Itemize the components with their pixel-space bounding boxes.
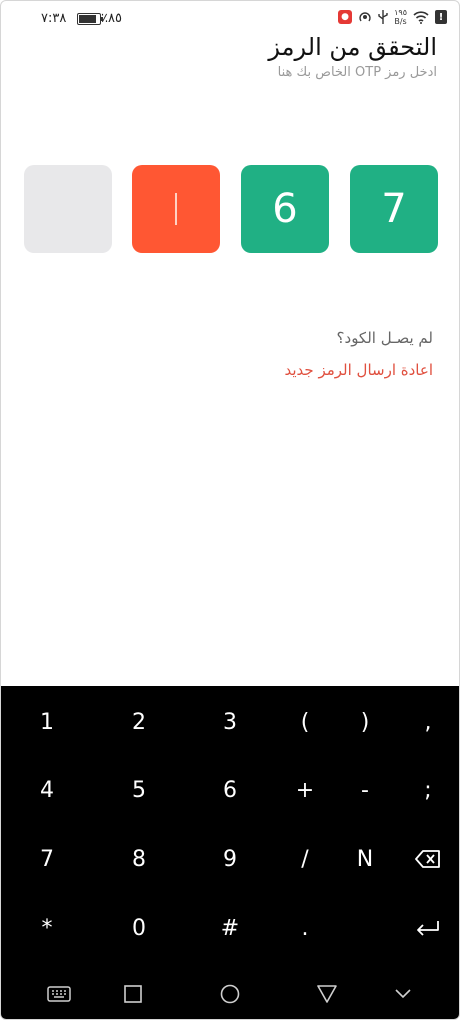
recents-icon[interactable] bbox=[121, 983, 145, 1005]
key-2[interactable]: 2 bbox=[109, 692, 169, 752]
map-icon: ● bbox=[338, 10, 353, 24]
key-asterisk[interactable]: * bbox=[17, 898, 77, 958]
backspace-icon bbox=[415, 850, 440, 868]
hotspot-icon bbox=[358, 10, 372, 24]
otp-digit: 7 bbox=[381, 186, 407, 232]
key-minus[interactable]: - bbox=[335, 760, 395, 820]
home-icon[interactable] bbox=[218, 983, 242, 1005]
key-6[interactable]: 6 bbox=[200, 760, 260, 820]
resend-code-link[interactable]: اعادة ارسال الرمز جديد bbox=[285, 361, 434, 379]
net-speed-unit: B/s bbox=[394, 17, 407, 26]
otp-box-1[interactable]: 7 bbox=[350, 165, 438, 253]
key-comma[interactable]: , bbox=[398, 692, 458, 752]
text-caret bbox=[175, 193, 177, 225]
enter-icon bbox=[417, 921, 439, 936]
key-open-paren[interactable]: ( bbox=[275, 692, 335, 752]
otp-box-4[interactable] bbox=[24, 165, 112, 253]
otp-digit: 6 bbox=[272, 186, 298, 232]
battery-percent: ٪٨٥ bbox=[101, 11, 122, 26]
status-icons: ● ١٩٥ B/s ! bbox=[338, 8, 447, 26]
keyboard-toggle-icon[interactable] bbox=[45, 983, 73, 1005]
back-icon[interactable] bbox=[315, 983, 339, 1005]
key-semicolon[interactable]: ; bbox=[398, 760, 458, 820]
key-8[interactable]: 8 bbox=[109, 829, 169, 889]
key-1[interactable]: 1 bbox=[17, 692, 77, 752]
key-close-paren[interactable]: ) bbox=[335, 692, 395, 752]
key-period[interactable]: . bbox=[275, 898, 335, 958]
net-speed-value: ١٩٥ bbox=[394, 8, 407, 17]
page-subtitle: ادخل رمز OTP الخاص بك هنا bbox=[277, 65, 437, 80]
key-5[interactable]: 5 bbox=[109, 760, 169, 820]
key-plus[interactable]: + bbox=[275, 760, 335, 820]
key-slash[interactable]: / bbox=[275, 829, 335, 889]
otp-box-3[interactable] bbox=[132, 165, 220, 253]
page-title: التحقق من الرمز bbox=[268, 33, 437, 61]
key-3[interactable]: 3 bbox=[200, 692, 260, 752]
status-time: ٧:٣٨ bbox=[41, 11, 67, 26]
app-screen: ٧:٣٨ ٪٨٥ ● ١٩٥ B/s ! التحقق من الرمز ادخ… bbox=[0, 0, 460, 1020]
usb-icon bbox=[378, 10, 388, 24]
resend-question: لم يصـل الكود؟ bbox=[336, 329, 433, 347]
key-7[interactable]: 7 bbox=[17, 829, 77, 889]
wifi-icon bbox=[413, 10, 429, 24]
key-9[interactable]: 9 bbox=[200, 829, 260, 889]
key-hash[interactable]: # bbox=[200, 898, 260, 958]
key-n[interactable]: N bbox=[335, 829, 395, 889]
alert-icon: ! bbox=[435, 10, 447, 24]
status-bar: ٧:٣٨ ٪٨٥ ● ١٩٥ B/s ! bbox=[1, 1, 459, 35]
backspace-key[interactable] bbox=[398, 829, 458, 889]
net-speed: ١٩٥ B/s bbox=[394, 8, 407, 26]
numeric-keyboard: 1 2 3 ( ) , 4 5 6 + - ; 7 8 9 / N * 0 # … bbox=[1, 686, 459, 1019]
otp-box-2[interactable]: 6 bbox=[241, 165, 329, 253]
key-4[interactable]: 4 bbox=[17, 760, 77, 820]
battery-icon bbox=[77, 13, 103, 25]
hide-keyboard-icon[interactable] bbox=[391, 983, 415, 1005]
enter-key[interactable] bbox=[398, 898, 458, 958]
key-0[interactable]: 0 bbox=[109, 898, 169, 958]
